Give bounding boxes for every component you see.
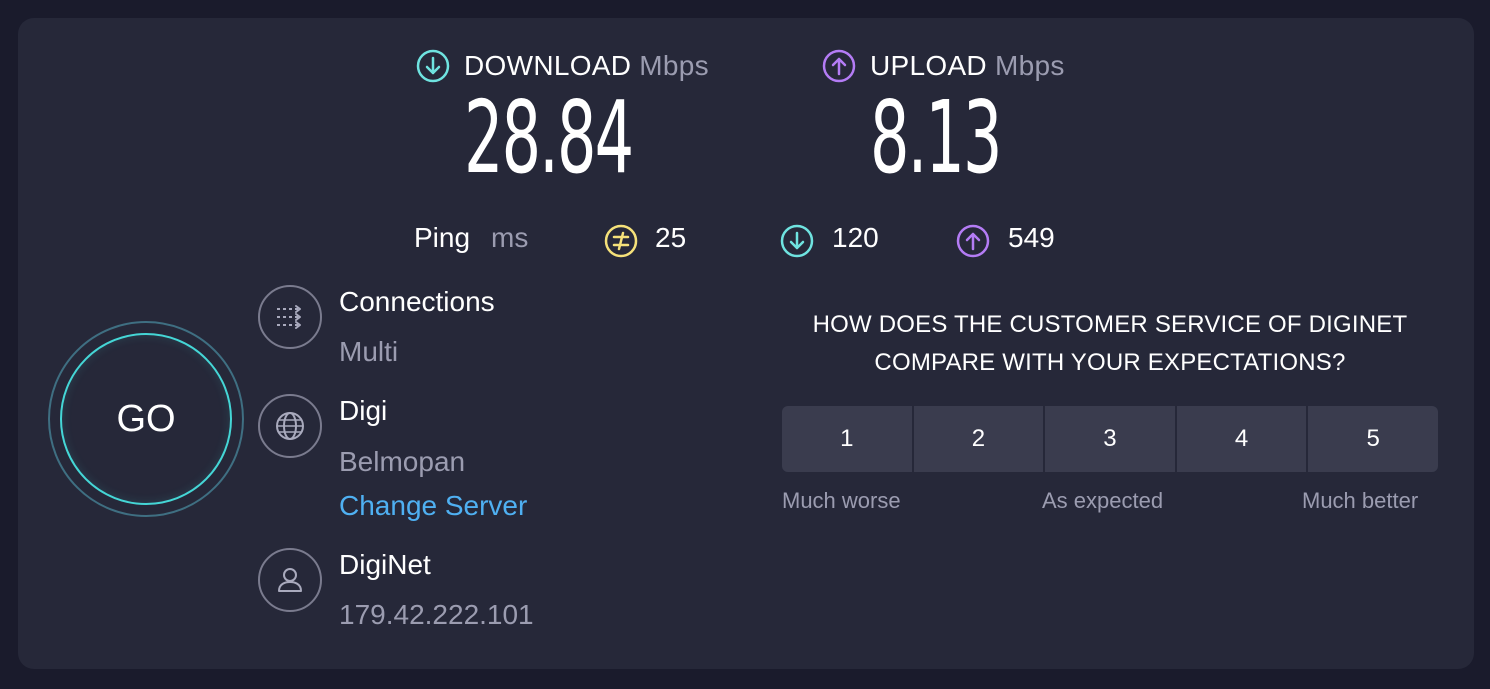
rating-option-4[interactable]: 4 [1176,406,1307,472]
download-value: 28.84 [464,79,634,196]
server-location: Belmopan [339,446,466,477]
connections-title: Connections [339,286,495,317]
change-server-link[interactable]: Change Server [339,490,527,522]
server-name: Digi [339,395,388,426]
survey-question-line2: COMPARE WITH YOUR EXPECTATIONS? [874,349,1346,376]
connections-value: Multi [339,336,399,367]
upload-unit: Mbps [994,50,1065,81]
survey-question: HOW DOES THE CUSTOMER SERVICE OF DIGINET… [782,306,1438,382]
survey-question-line1: HOW DOES THE CUSTOMER SERVICE OF DIGINET [812,311,1408,338]
rating-option-3[interactable]: 3 [1045,406,1175,472]
arrow-up-circle-icon [822,49,856,83]
arrow-down-circle-icon [780,224,814,258]
jitter-icon [604,224,638,258]
scale-low-label: Much worse [782,488,901,513]
ping-label: Ping [414,222,471,253]
upload-label: UPLOAD [870,50,987,81]
rating-option-1[interactable]: 1 [782,406,912,472]
provider-ip: 179.42.222.101 [339,599,534,630]
connections-icon [258,285,322,349]
go-button[interactable]: GO [60,333,232,505]
download-unit: Mbps [639,50,709,81]
survey-rating-scale: 1 2 3 4 5 [782,406,1438,472]
provider-name: DigiNet [339,549,431,580]
user-icon [258,548,322,612]
arrow-up-circle-icon [956,224,990,258]
ping-download-value: 120 [832,222,879,253]
ping-idle-value: 25 [655,222,687,253]
rating-option-5[interactable]: 5 [1308,406,1438,472]
ping-upload-value: 549 [1008,222,1055,253]
globe-icon [258,394,322,458]
scale-high-label: Much better [1302,488,1419,513]
download-label: DOWNLOAD [464,50,632,81]
ping-row: Ping ms 25 120 549 [414,218,1094,258]
ping-unit: ms [491,222,529,253]
scale-mid-label: As expected [1042,488,1164,513]
arrow-down-circle-icon [416,49,450,83]
upload-value: 8.13 [870,79,1002,196]
rating-option-2[interactable]: 2 [913,406,1044,472]
